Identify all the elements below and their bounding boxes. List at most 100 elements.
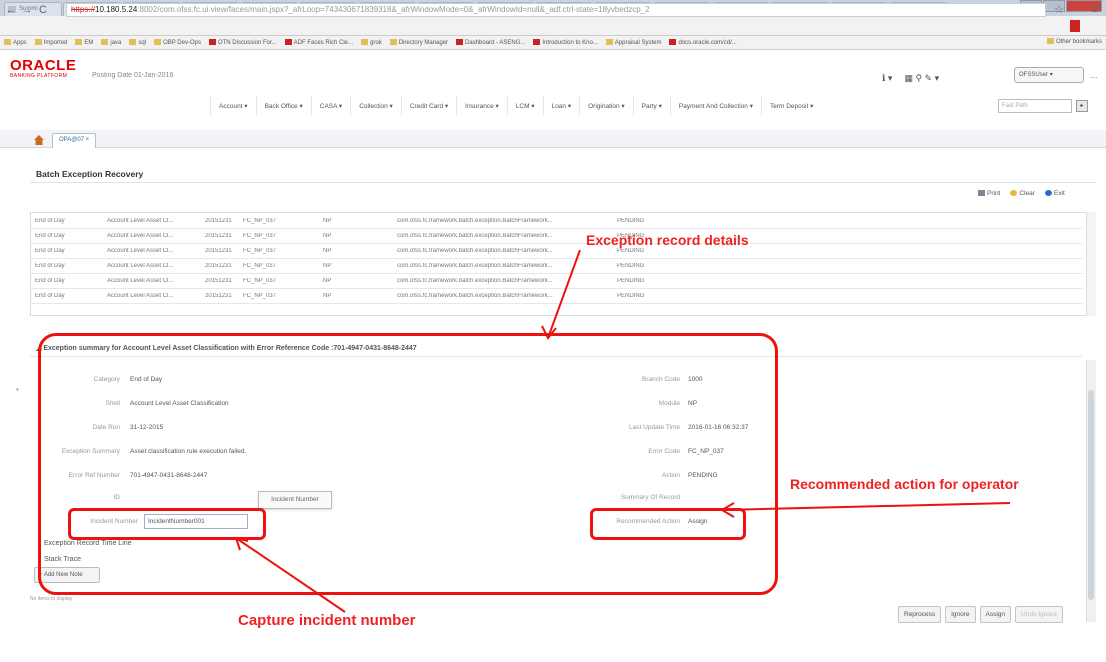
table-row[interactable]: End of Day Account Level Asset Cl... 20151… (31, 259, 1083, 274)
cell-shell: Account Level Asset Cl... (107, 263, 174, 269)
cell-action: PENDING (617, 278, 645, 284)
chevron-down-icon: ▾ (808, 103, 814, 110)
bookmark-item[interactable]: OBP Dev-Ops (154, 39, 201, 46)
menu-item-label: Credit Card (409, 103, 444, 110)
address-bar-row (0, 16, 1106, 36)
cell-module: NP (323, 248, 332, 254)
cell-category: End of Day (35, 248, 65, 254)
table-row[interactable]: End of Day Account Level Asset Cl... 20151… (31, 274, 1083, 289)
bookmark-item[interactable]: Imported (35, 39, 68, 46)
forward-arrow-icon[interactable]: → (20, 3, 34, 17)
menu-item[interactable]: CASA ▾ (310, 96, 350, 116)
cell-module: NP (323, 293, 332, 299)
other-bookmarks[interactable]: Other bookmarks (1047, 38, 1102, 45)
scrollbar-thumb[interactable] (1088, 390, 1094, 600)
bookmarks-bar: Apps Imported EM java sql OBP Dev-Ops OTN Disc… (0, 36, 1106, 50)
chevron-down-icon: ▾ (493, 103, 499, 110)
table-row[interactable]: End of Day Account Level Asset Cl... 20151… (31, 214, 1083, 229)
reload-icon[interactable]: C (36, 3, 50, 17)
menu-item[interactable]: Origination ▾ (579, 96, 633, 116)
clear-button[interactable]: Clear (1010, 190, 1035, 197)
cell-exception: com.ofss.fc.framework.batch.exception.Ba… (397, 233, 553, 239)
print-button[interactable]: Print (978, 190, 1000, 197)
cell-action: PENDING (617, 248, 645, 254)
menu-item[interactable]: Term Deposit ▾ (760, 96, 821, 116)
menu-item[interactable]: Payment And Collection ▾ (669, 96, 761, 116)
extension-icon[interactable] (1070, 20, 1080, 32)
bookmark-item[interactable]: Dashboard - ASENG... (456, 39, 525, 46)
logo-text: ORACLE (10, 57, 77, 74)
grid-icon[interactable]: ▦ ⚲ ✎ ▾ (904, 73, 939, 84)
posting-date: Posting Date 01-Jan-2016 (92, 72, 174, 79)
menu-item[interactable]: Party ▾ (632, 96, 670, 116)
info-icon[interactable]: ℹ ▾ (882, 73, 892, 84)
menu-item[interactable]: Loan ▾ (542, 96, 580, 116)
tab-opa[interactable]: OPA@07 × (52, 133, 97, 148)
chevron-down-icon: ▾ (619, 103, 625, 110)
cell-error-code: FC_NP_037 (243, 233, 277, 239)
cell-error-code: FC_NP_037 (243, 263, 277, 269)
fast-path-input[interactable]: Fast Path (998, 99, 1072, 113)
menu-item-label: Party (641, 103, 657, 110)
close-icon[interactable]: × (86, 137, 90, 143)
fast-path-go-button[interactable]: ▸ (1076, 100, 1088, 112)
bookmark-item[interactable]: ADF Faces Rich Cle... (285, 39, 353, 46)
bottom-actions: Reprocess Ignore Assign Undo Ignore (898, 606, 1063, 623)
star-icon[interactable]: ☆ (1052, 3, 1066, 17)
menu-item[interactable]: Credit Card ▾ (400, 96, 456, 116)
cell-exception: com.ofss.fc.framework.batch.exception.Ba… (397, 293, 553, 299)
annotation-capture-incident: Capture incident number (238, 612, 416, 629)
menu-item-label: Loan (551, 103, 567, 110)
bookmark-item[interactable]: sql (129, 39, 146, 46)
ignore-button[interactable]: Ignore (945, 606, 976, 623)
cell-shell: Account Level Asset Cl... (107, 278, 174, 284)
menu-item[interactable]: Back Office ▾ (255, 96, 311, 116)
cell-date: 20151231 (205, 278, 232, 284)
splitter-handle[interactable]: • (16, 385, 19, 394)
menu-item[interactable]: LCM ▾ (506, 96, 543, 116)
bookmark-item[interactable]: docs.oracle.com/cd/... (669, 39, 736, 46)
cell-shell: Account Level Asset Cl... (107, 218, 174, 224)
url-input[interactable]: https://10.180.5.24:8002/com.ofss.fc.ui.… (66, 3, 1046, 17)
exit-button[interactable]: Exit (1045, 190, 1065, 197)
undo-ignore-button[interactable]: Undo Ignore (1015, 606, 1063, 623)
table-row[interactable]: End of Day Account Level Asset Cl... 20151… (31, 229, 1083, 244)
menu-item-label: Insurance (465, 103, 494, 110)
user-dropdown[interactable]: OFSSUser ▾ (1014, 67, 1084, 83)
cell-date: 20151231 (205, 263, 232, 269)
back-arrow-icon[interactable]: ← (4, 3, 18, 17)
cell-module: NP (323, 218, 332, 224)
table-row[interactable]: End of Day Account Level Asset Cl... 20151… (31, 244, 1083, 259)
tab-label: OPA@07 (59, 137, 84, 143)
bookmark-item[interactable]: Directory Manager (390, 39, 448, 46)
summary-highlight-box (38, 333, 778, 595)
cell-error-code: FC_NP_037 (243, 218, 277, 224)
bookmark-item[interactable]: java (101, 39, 121, 46)
table-row[interactable]: End of Day Account Level Asset Cl... 20151… (31, 289, 1083, 304)
menu-item[interactable]: Account ▾ (210, 96, 256, 116)
records-scrollbar[interactable] (1086, 212, 1096, 316)
menu-item[interactable]: Collection ▾ (350, 96, 401, 116)
reprocess-button[interactable]: Reprocess (898, 606, 942, 623)
oracle-logo: ORACLE BANKING PLATFORM (10, 58, 76, 79)
assign-button[interactable]: Assign (979, 606, 1012, 623)
more-menu[interactable]: ... (1090, 70, 1098, 80)
bookmark-item[interactable]: Appraisal System (606, 39, 662, 46)
bookmark-item[interactable]: Apps (4, 39, 27, 46)
chevron-down-icon: ▾ (242, 103, 248, 110)
cell-date: 20151231 (205, 218, 232, 224)
bookmark-item[interactable]: EM (75, 39, 93, 46)
bookmark-item[interactable]: Introduction to Kno... (533, 39, 597, 46)
bookmark-item[interactable]: grok (361, 39, 382, 46)
menu-item-label: CASA (319, 103, 338, 110)
bookmark-item[interactable]: OTN Discussion For... (209, 39, 277, 46)
menu-item-label: Collection (359, 103, 388, 110)
cell-error-code: FC_NP_037 (243, 248, 277, 254)
menu-item[interactable]: Insurance ▾ (456, 96, 507, 116)
home-icon[interactable] (34, 135, 44, 145)
chevron-down-icon: ▾ (337, 103, 343, 110)
menu-item-label: Back Office (264, 103, 298, 110)
cell-module: NP (323, 233, 332, 239)
cell-shell: Account Level Asset Cl... (107, 233, 174, 239)
menu-icon[interactable]: ≡ (1088, 3, 1102, 17)
